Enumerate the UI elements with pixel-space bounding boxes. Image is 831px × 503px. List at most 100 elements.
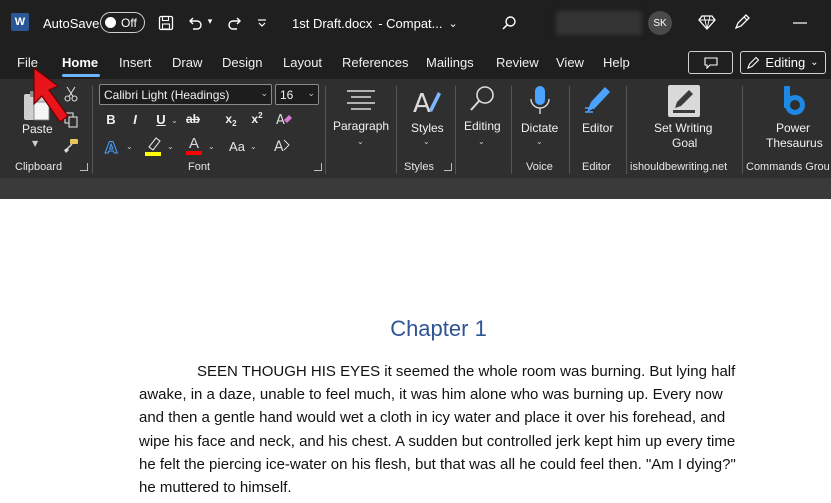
minimize-icon[interactable]	[790, 14, 810, 32]
strikethrough-button[interactable]: ab	[181, 110, 205, 128]
autosave-toggle[interactable]: Off	[100, 12, 145, 33]
font-name-value: Calibri Light (Headings)	[104, 87, 230, 102]
svg-text:A: A	[105, 138, 118, 156]
editor-pen-icon[interactable]	[582, 84, 614, 116]
editing-mode-button[interactable]: Editing ⌄	[740, 51, 826, 74]
paragraph-button[interactable]: Paragraph	[333, 119, 389, 134]
clipboard-launcher-icon[interactable]	[80, 163, 88, 171]
paste-dropdown-icon[interactable]: ▼	[32, 139, 38, 148]
underline-dropdown-icon[interactable]: ⌄	[171, 116, 178, 125]
avatar[interactable]: SK	[648, 11, 672, 35]
dictate-dropdown-icon[interactable]: ⌄	[536, 137, 543, 146]
pen-icon[interactable]	[731, 11, 753, 33]
comments-button[interactable]	[688, 51, 733, 74]
microphone-icon[interactable]	[527, 84, 553, 118]
document-title[interactable]: 1st Draft.docx - Compat... ⌄	[292, 13, 458, 33]
italic-button[interactable]: I	[126, 110, 144, 128]
chapter-heading: Chapter 1	[390, 316, 487, 341]
dictate-button[interactable]: Dictate	[521, 121, 558, 136]
undo-dropdown-icon[interactable]: ▾	[205, 15, 215, 29]
font-size-combo[interactable]: 16 ⌄	[275, 84, 319, 105]
search-icon[interactable]	[498, 12, 520, 34]
highlighter-icon[interactable]	[143, 136, 163, 156]
text-effects-icon[interactable]: A	[102, 137, 124, 157]
set-writing-goal-label-2[interactable]: Goal	[672, 136, 697, 151]
addin-group-label: ishouldbewriting.net	[630, 161, 728, 173]
text-direction-icon[interactable]: A	[272, 135, 292, 155]
font-group-label: Font	[188, 161, 211, 173]
font-color-button[interactable]: A	[184, 135, 204, 155]
font-color-dropdown-icon[interactable]: ⌄	[208, 142, 215, 151]
tab-view[interactable]: View	[556, 55, 584, 70]
power-thesaurus-label-1[interactable]: Power	[776, 121, 810, 136]
writing-goal-icon[interactable]	[667, 84, 701, 118]
group-divider	[511, 86, 512, 174]
editing-dropdown-icon[interactable]: ⌄	[478, 137, 485, 146]
font-color-swatch	[186, 150, 202, 155]
ribbon-bottom-strip	[0, 178, 831, 199]
styles-button[interactable]: Styles	[411, 121, 444, 136]
bold-button[interactable]: B	[102, 110, 120, 128]
set-writing-goal-label-1[interactable]: Set Writing	[654, 121, 712, 136]
styles-launcher-icon[interactable]	[444, 163, 452, 171]
styles-dropdown-icon[interactable]: ⌄	[423, 137, 430, 146]
tab-references[interactable]: References	[342, 55, 408, 70]
font-size-value: 16	[280, 87, 294, 102]
highlight-dropdown-icon[interactable]: ⌄	[167, 142, 174, 151]
word-logo-icon: W	[11, 13, 29, 31]
undo-icon[interactable]	[184, 12, 206, 34]
paragraph-icon[interactable]	[343, 87, 379, 115]
tab-insert[interactable]: Insert	[119, 55, 152, 70]
clear-formatting-icon[interactable]: A	[274, 110, 294, 128]
customize-qat-icon[interactable]	[251, 12, 273, 34]
document-paragraph: SEEN THOUGH HIS EYES it seemed the whole…	[139, 360, 739, 499]
editing-mode-label: Editing	[765, 55, 806, 70]
underline-button[interactable]: U	[152, 110, 170, 128]
tab-help[interactable]: Help	[603, 55, 630, 70]
paragraph-dropdown-icon[interactable]: ⌄	[357, 137, 364, 146]
superscript-button[interactable]: x2	[248, 110, 266, 128]
editor-button[interactable]: Editor	[582, 121, 613, 136]
tab-design[interactable]: Design	[222, 55, 262, 70]
text-effects-dropdown-icon[interactable]: ⌄	[126, 142, 133, 151]
comment-icon	[703, 56, 718, 69]
power-thesaurus-label-2[interactable]: Thesaurus	[766, 136, 823, 151]
subscript-button[interactable]: x2	[222, 110, 240, 128]
editing-button[interactable]: Editing	[464, 119, 501, 134]
toggle-knob	[105, 17, 116, 28]
red-arrow-annotation	[33, 66, 69, 123]
pen-icon	[747, 56, 760, 69]
title-bar: W AutoSave Off ▾ 1st Draft.docx - Compat…	[0, 0, 831, 46]
change-case-button[interactable]: Aa	[225, 137, 249, 155]
voice-group-label: Voice	[526, 161, 553, 173]
group-divider	[569, 86, 570, 174]
chevron-down-icon: ⌄	[260, 88, 268, 98]
chevron-down-icon: ⌄	[810, 57, 819, 68]
styles-icon[interactable]: A	[411, 86, 443, 118]
format-painter-icon[interactable]	[62, 137, 80, 155]
tab-mailings[interactable]: Mailings	[426, 55, 474, 70]
document-filename: 1st Draft.docx	[292, 15, 373, 31]
autosave-state: Off	[121, 15, 137, 30]
editor-group-label: Editor	[582, 161, 611, 173]
commands-group-label: Commands Grou	[746, 161, 830, 173]
change-case-dropdown-icon[interactable]: ⌄	[250, 142, 257, 151]
redo-icon[interactable]	[224, 12, 246, 34]
save-icon[interactable]	[155, 12, 177, 34]
compatibility-mode: - Compat...	[378, 15, 443, 31]
font-color-letter: A	[188, 134, 199, 152]
styles-group-label: Styles	[404, 161, 434, 173]
group-divider	[92, 86, 93, 174]
power-thesaurus-icon[interactable]	[779, 84, 809, 118]
tab-layout[interactable]: Layout	[283, 55, 322, 70]
account-name[interactable]	[556, 11, 642, 35]
premium-diamond-icon[interactable]	[696, 11, 718, 33]
font-launcher-icon[interactable]	[314, 163, 322, 171]
tab-draw[interactable]: Draw	[172, 55, 202, 70]
group-divider	[626, 86, 627, 174]
font-name-combo[interactable]: Calibri Light (Headings) ⌄	[99, 84, 272, 105]
svg-text:A: A	[276, 113, 285, 127]
find-icon[interactable]	[466, 84, 498, 114]
tab-review[interactable]: Review	[496, 55, 539, 70]
subscript-letter: x	[225, 112, 233, 126]
